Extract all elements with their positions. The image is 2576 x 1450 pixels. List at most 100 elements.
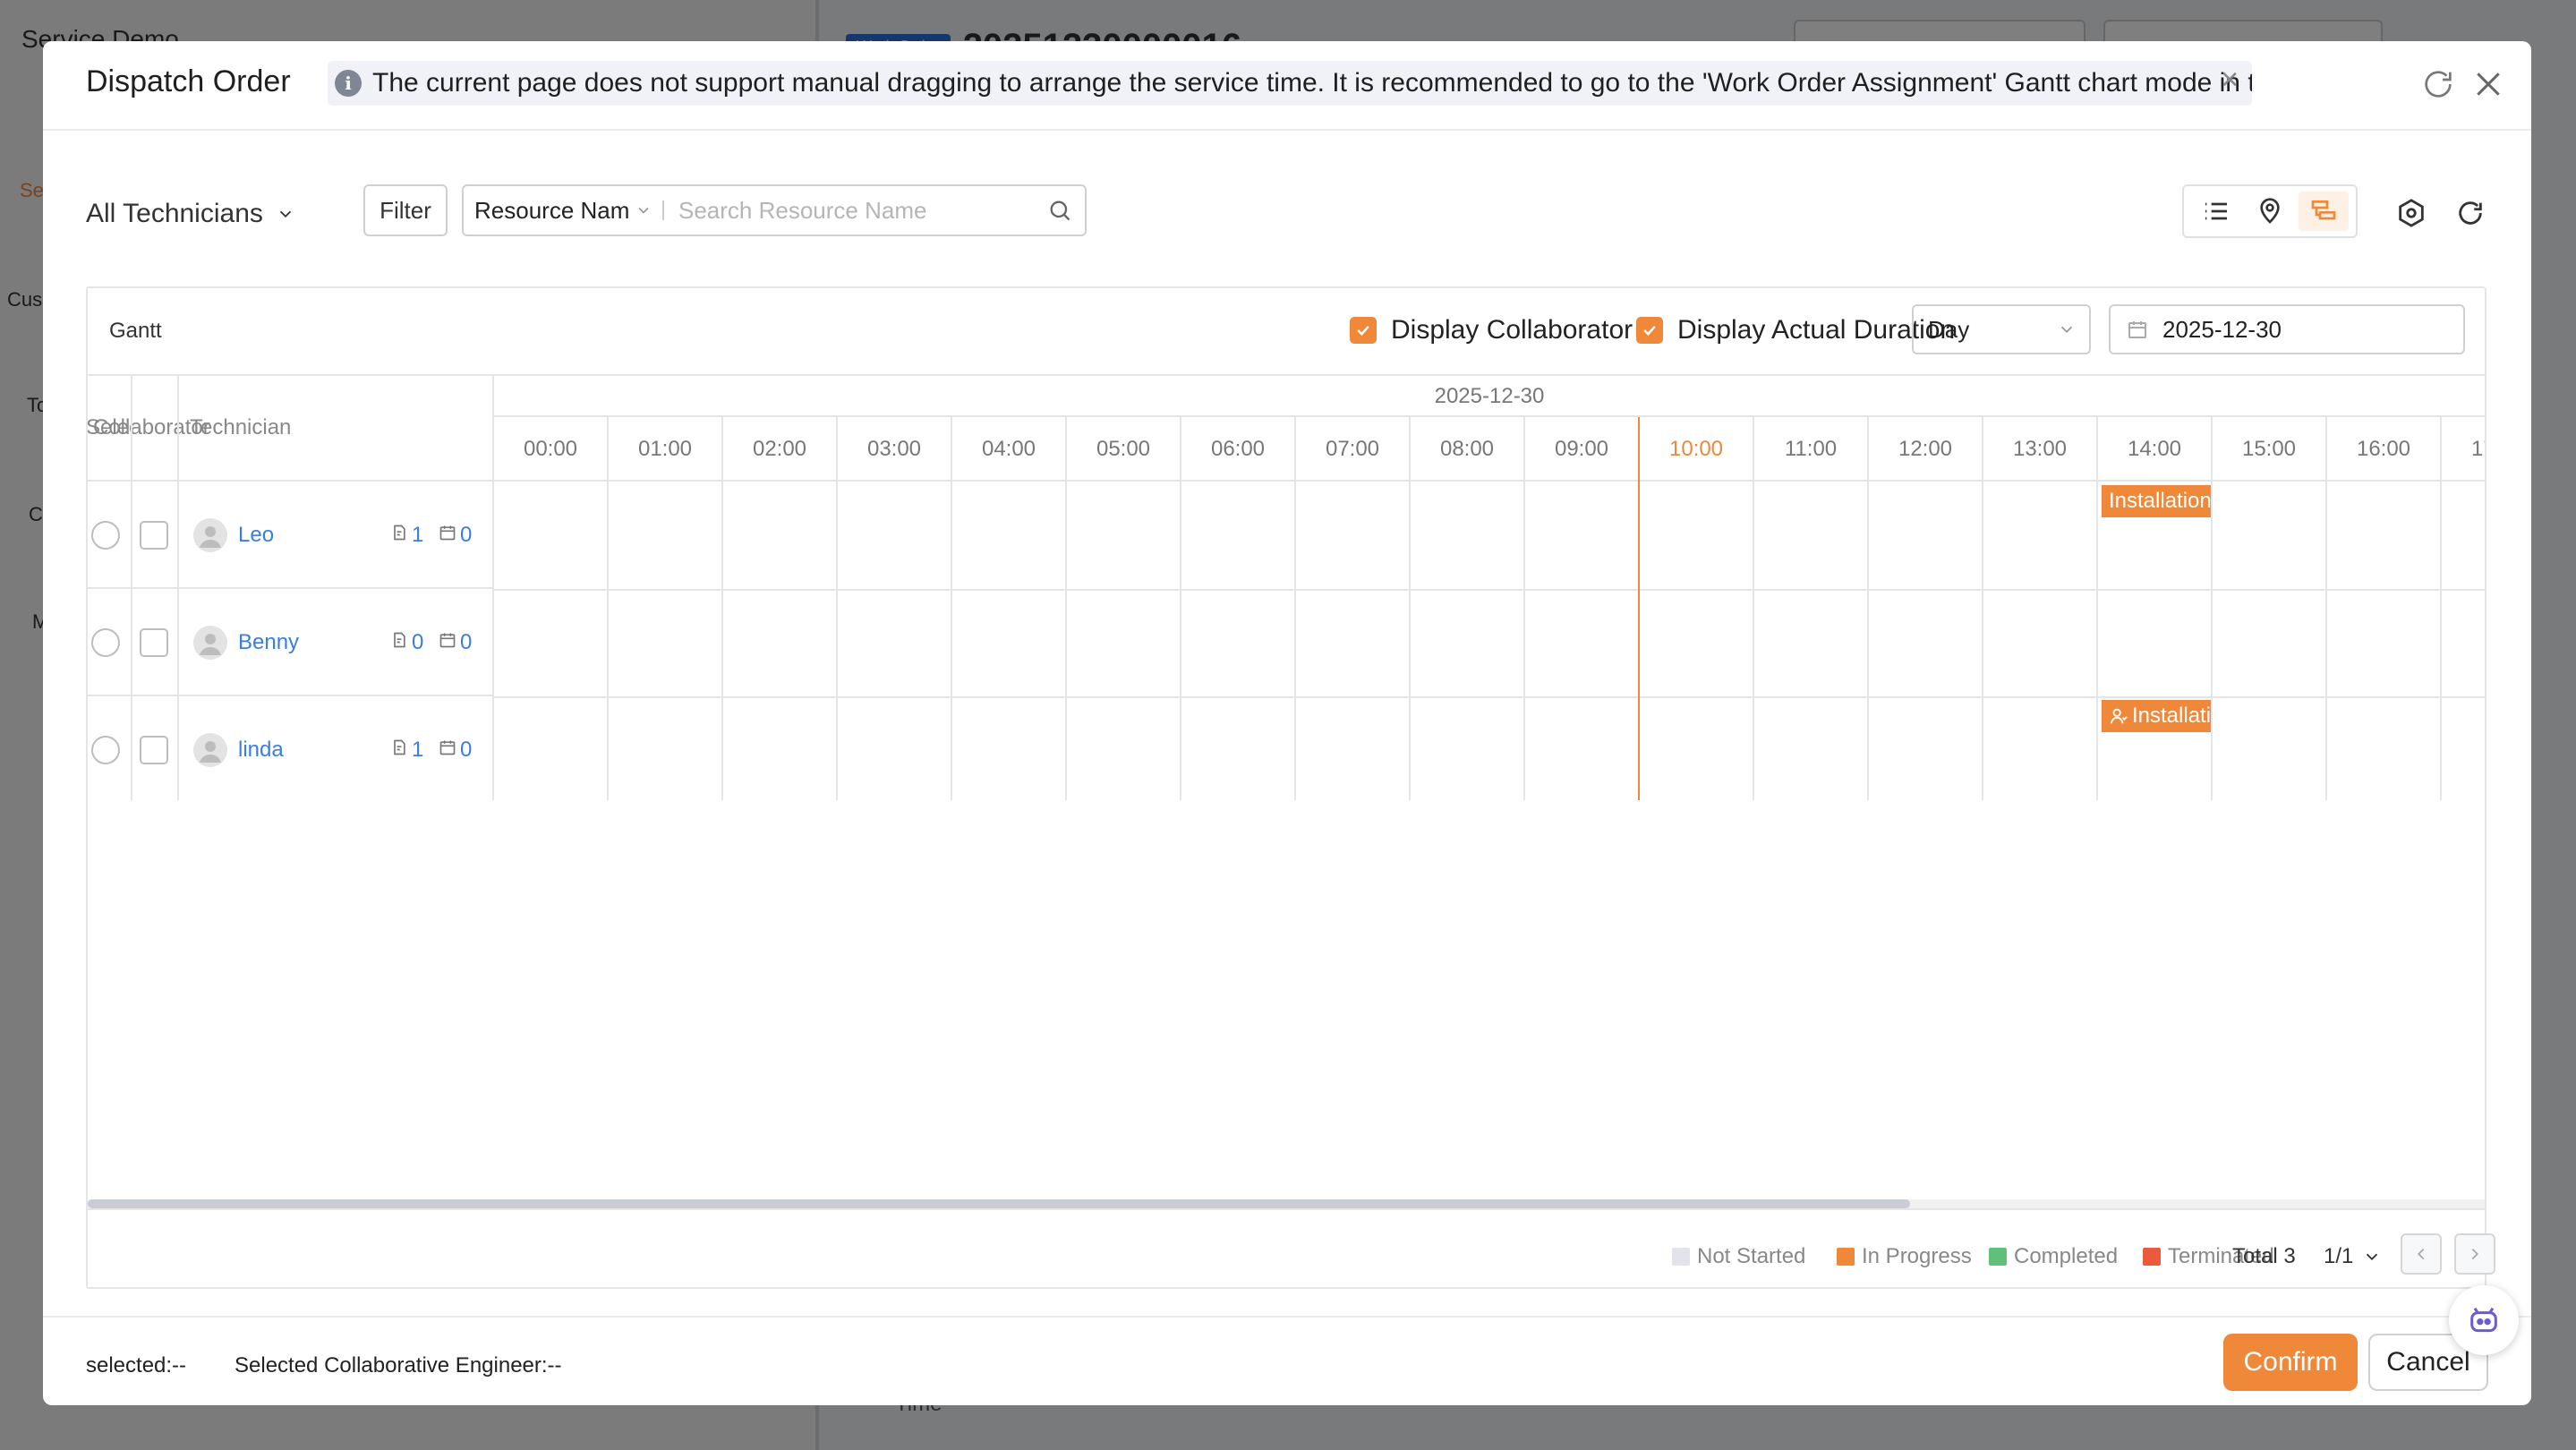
search-input[interactable] (664, 196, 1042, 225)
calendar-icon (439, 630, 456, 655)
avatar (193, 518, 227, 552)
notice-banner: i The current page does not support manu… (328, 61, 2252, 106)
legend-label: Completed (2014, 1244, 2119, 1268)
chevron-left-icon (2417, 1248, 2425, 1260)
hour-label: 02:00 (723, 417, 838, 482)
technician-name[interactable]: Benny (238, 630, 299, 655)
modal-title: Dispatch Order (86, 64, 291, 98)
dispatch-order-modal: Dispatch Order i The current page does n… (43, 41, 2531, 1405)
grid-line (721, 482, 723, 800)
horizontal-scrollbar[interactable] (88, 1199, 2485, 1208)
timeline-date: 2025-12-30 (494, 376, 2485, 417)
avatar (193, 733, 227, 767)
hour-label: 14:00 (2098, 417, 2213, 482)
legend-swatch (1989, 1248, 2007, 1266)
refresh-icon[interactable] (2452, 195, 2488, 231)
hour-header-row: 00:00 01:00 02:00 03:00 04:00 05:00 06:00 07:00… (494, 417, 2485, 482)
schedule-count: 0 (439, 523, 472, 548)
search-icon[interactable] (1042, 198, 1078, 223)
grid-line (494, 696, 2485, 698)
view-mode-select[interactable]: Day (1912, 304, 2091, 354)
hour-label: 05:00 (1067, 417, 1181, 482)
hour-label: 17:00 (2442, 417, 2485, 482)
close-modal-icon[interactable] (2470, 66, 2506, 102)
list-icon (2205, 202, 2227, 220)
hour-label: 10:00 (1640, 417, 1754, 482)
technician-row[interactable]: linda 1 0 (88, 696, 494, 800)
selected-collaborator-text: Selected Collaborative Engineer:-- (235, 1353, 562, 1378)
technician-radio[interactable] (91, 736, 120, 764)
assistant-bot-button[interactable] (2449, 1285, 2519, 1355)
search-field-select[interactable]: Resource Nam (464, 197, 662, 225)
notice-close-icon[interactable]: ✕ (2220, 66, 2239, 94)
technician-row[interactable]: Benny 0 0 (88, 589, 494, 696)
technician-row[interactable]: Leo 1 0 (88, 482, 494, 589)
prev-page-button[interactable] (2401, 1233, 2442, 1275)
map-view-button[interactable] (2245, 192, 2295, 231)
task-label: Installation (2109, 489, 2211, 513)
display-collaborator-toggle[interactable]: Display Collaborator (1350, 315, 1633, 345)
filter-button[interactable]: Filter (363, 184, 448, 236)
display-actual-duration-toggle[interactable]: Display Actual Duration (1636, 315, 1955, 345)
grid-line (1065, 482, 1067, 800)
gantt-view-button[interactable] (2299, 192, 2349, 231)
page-select[interactable]: 1/1 (2324, 1244, 2382, 1269)
next-page-button[interactable] (2454, 1233, 2495, 1275)
hour-label: 01:00 (609, 417, 723, 482)
collaborator-checkbox[interactable] (140, 521, 168, 550)
work-order-count-value: 0 (412, 630, 424, 654)
collaborator-checkbox[interactable] (140, 736, 168, 764)
hour-label: 12:00 (1869, 417, 1983, 482)
technician-radio[interactable] (91, 521, 120, 550)
gantt-footer: Not Started In Progress Completed Terminate… (88, 1208, 2495, 1289)
chevron-down-icon (2060, 326, 2073, 334)
technician-filter-dropdown[interactable]: All Technicians (86, 199, 295, 229)
grid-line (494, 589, 2485, 591)
confirm-button[interactable]: Confirm (2223, 1334, 2358, 1391)
legend-swatch (2143, 1248, 2161, 1266)
schedule-count: 0 (439, 738, 472, 763)
reload-modal-icon[interactable] (2420, 66, 2456, 102)
legend-item: Not Started (1672, 1244, 1805, 1269)
legend-label: Not Started (1697, 1244, 1806, 1268)
grid-line (607, 482, 609, 800)
collaborator-icon (2109, 706, 2128, 726)
location-pin-icon (2260, 198, 2280, 224)
work-order-count: 1 (390, 738, 423, 763)
task-label: Installati (2132, 704, 2211, 728)
schedule-count-value: 0 (460, 523, 473, 547)
technician-name[interactable]: linda (238, 738, 284, 763)
task-bar[interactable]: Installati (2102, 700, 2211, 732)
timeline: 2025-12-30 00:00 01:00 02:00 03:00 04:00 05:0… (494, 376, 2485, 800)
task-bar[interactable]: Installation (2102, 485, 2211, 517)
grid-line (1982, 482, 1983, 800)
collaborator-checkbox[interactable] (140, 628, 168, 657)
grid-line (836, 482, 838, 800)
list-view-button[interactable] (2191, 192, 2241, 231)
search-group: Resource Nam (462, 184, 1087, 236)
scrollbar-thumb[interactable] (88, 1199, 1910, 1208)
technician-radio[interactable] (91, 628, 120, 657)
view-mode-switcher (2182, 184, 2358, 238)
grid-line (2325, 482, 2327, 800)
grid-line (1294, 482, 1296, 800)
robot-icon (2470, 1307, 2497, 1333)
technician-name[interactable]: Leo (238, 523, 274, 548)
search-field-label: Resource Nam (474, 196, 630, 224)
technician-columns-header: Select Collaborator Technician (88, 376, 494, 482)
selected-technician-text: selected:-- (86, 1353, 187, 1378)
work-order-icon (390, 523, 408, 548)
date-picker[interactable]: 2025-12-30 (2109, 304, 2465, 354)
gantt-label: Gantt (109, 319, 162, 343)
hour-label: 13:00 (1983, 417, 2098, 482)
chevron-right-icon (2471, 1248, 2479, 1260)
hour-label: 03:00 (838, 417, 952, 482)
work-order-icon (390, 738, 408, 763)
work-order-count: 0 (390, 630, 423, 655)
grid-line (1523, 482, 1525, 800)
calendar-icon (439, 738, 456, 763)
date-value: 2025-12-30 (2162, 315, 2282, 343)
settings-icon[interactable] (2393, 195, 2429, 231)
grid-line (1409, 482, 1411, 800)
checkbox-checked-icon (1350, 317, 1377, 344)
